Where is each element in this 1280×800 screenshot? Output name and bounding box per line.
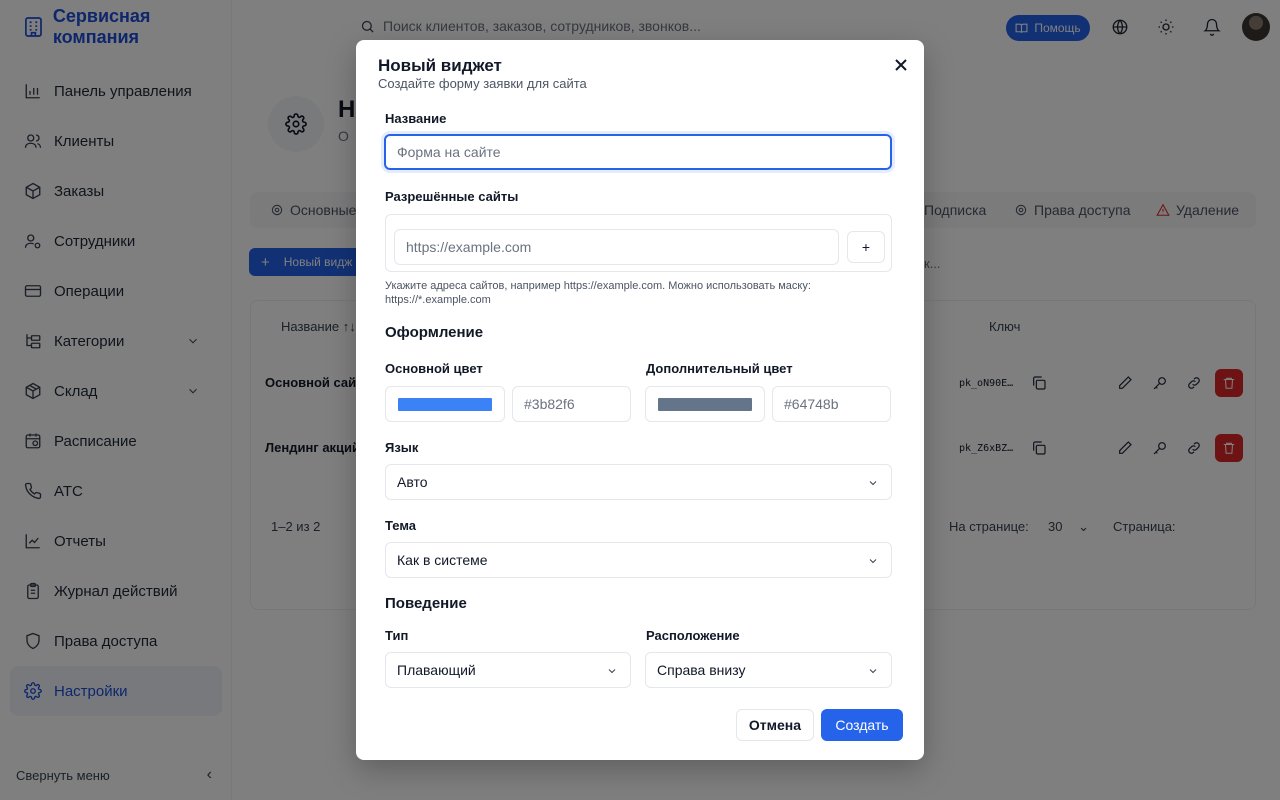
type-select[interactable]: Плавающий (385, 652, 631, 688)
position-select[interactable]: Справа внизу (645, 652, 892, 688)
design-heading: Оформление (385, 324, 484, 341)
primary-color-picker[interactable] (385, 386, 505, 422)
site-url-input[interactable] (394, 229, 839, 265)
secondary-color-swatch (658, 398, 752, 411)
close-button[interactable] (892, 56, 910, 74)
position-value: Справа внизу (657, 662, 746, 678)
chevron-down-icon (869, 481, 877, 486)
create-button[interactable]: Создать (821, 709, 903, 741)
dialog-title: Новый виджет (378, 56, 502, 75)
chevron-down-icon (608, 669, 616, 674)
type-value: Плавающий (397, 662, 476, 678)
theme-label: Тема (385, 518, 417, 533)
cancel-button[interactable]: Отмена (736, 709, 814, 741)
new-widget-dialog: Новый виджет Создайте форму заявки для с… (356, 40, 924, 760)
secondary-color-picker[interactable] (645, 386, 765, 422)
sites-hint: Укажите адреса сайтов, например https://… (385, 280, 811, 306)
name-label: Название (385, 111, 447, 126)
type-label: Тип (385, 628, 409, 643)
name-input[interactable] (384, 134, 892, 170)
language-label: Язык (385, 440, 419, 455)
close-icon (895, 59, 907, 71)
chevron-down-icon (869, 669, 877, 674)
language-select[interactable]: Авто (385, 464, 892, 500)
sites-label: Разрешённые сайты (385, 189, 519, 204)
theme-value: Как в системе (397, 552, 488, 568)
primary-color-swatch (398, 398, 492, 411)
primary-color-input[interactable]: #3b82f6 (512, 386, 631, 422)
add-site-button[interactable]: + (847, 231, 885, 263)
behavior-heading: Поведение (385, 595, 467, 612)
theme-select[interactable]: Как в системе (385, 542, 892, 578)
position-label: Расположение (646, 628, 740, 643)
chevron-down-icon (869, 559, 877, 564)
sites-container: + (385, 214, 892, 272)
primary-color-label: Основной цвет (385, 361, 483, 376)
secondary-color-label: Дополнительный цвет (646, 361, 793, 376)
secondary-color-input[interactable]: #64748b (772, 386, 891, 422)
dialog-subtitle: Создайте форму заявки для сайта (378, 76, 587, 91)
language-value: Авто (397, 474, 428, 490)
